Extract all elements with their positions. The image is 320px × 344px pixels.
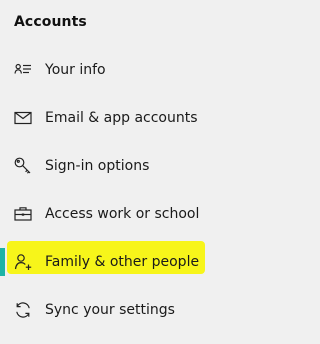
contact-card-icon bbox=[12, 59, 34, 81]
accounts-nav: Your info Email & app accounts Sign-in o… bbox=[0, 46, 308, 334]
nav-item-label: Sign-in options bbox=[45, 158, 150, 174]
sync-icon bbox=[12, 299, 34, 321]
nav-item-label: Your info bbox=[45, 62, 106, 78]
add-person-icon bbox=[12, 251, 34, 273]
key-icon bbox=[12, 155, 34, 177]
briefcase-icon bbox=[12, 203, 34, 225]
nav-item-sync-settings[interactable]: Sync your settings bbox=[0, 286, 308, 334]
nav-item-label: Access work or school bbox=[45, 206, 200, 222]
nav-item-your-info[interactable]: Your info bbox=[0, 46, 308, 94]
nav-item-email-app-accounts[interactable]: Email & app accounts bbox=[0, 94, 308, 142]
nav-item-access-work-school[interactable]: Access work or school bbox=[0, 190, 308, 238]
nav-item-label: Sync your settings bbox=[45, 302, 175, 318]
nav-item-sign-in-options[interactable]: Sign-in options bbox=[0, 142, 308, 190]
mail-icon bbox=[12, 107, 34, 129]
nav-item-label: Email & app accounts bbox=[45, 110, 198, 126]
selected-indicator bbox=[0, 248, 5, 276]
section-title: Accounts bbox=[14, 14, 87, 30]
nav-item-family-other-people[interactable]: Family & other people bbox=[0, 238, 308, 286]
nav-item-label: Family & other people bbox=[45, 254, 200, 270]
